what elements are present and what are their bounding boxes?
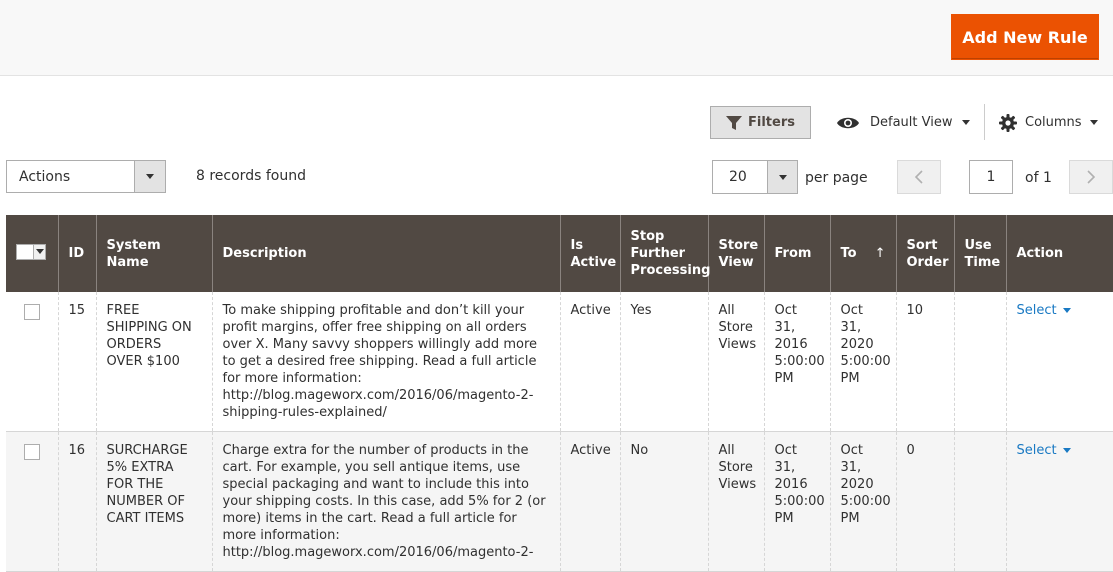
filters-label: Filters	[748, 115, 795, 130]
column-header-id[interactable]: ID	[57, 215, 96, 292]
view-label: Default View	[870, 115, 953, 130]
page-number-input[interactable]: 1	[969, 160, 1013, 194]
chevron-down-icon	[1089, 120, 1098, 125]
column-header-sort-order[interactable]: Sort Order	[895, 215, 954, 292]
previous-page-button[interactable]	[897, 160, 941, 194]
column-header-system-name[interactable]: System Name	[95, 215, 212, 292]
cell-system-name: SURCHARGE 5% EXTRA FOR THE NUMBER OF CAR…	[95, 431, 212, 572]
column-header-store-view[interactable]: Store View	[707, 215, 764, 292]
per-page-toggle[interactable]	[767, 161, 797, 193]
toolbar-divider	[984, 104, 985, 140]
add-new-rule-button[interactable]: Add New Rule	[951, 14, 1099, 60]
cell-to: Oct 31, 2020 5:00:00 PM	[829, 431, 896, 572]
column-header-is-active[interactable]: Is Active	[559, 215, 620, 292]
cell-is-active: Active	[559, 292, 620, 432]
row-action-label: Select	[1016, 303, 1057, 318]
cell-description: Charge extra for the number of products …	[211, 431, 560, 572]
eye-icon	[837, 117, 859, 128]
column-header-to-label: To	[840, 246, 857, 261]
cell-id: 16	[57, 431, 96, 572]
column-header-from[interactable]: From	[763, 215, 830, 292]
column-header-description[interactable]: Description	[211, 215, 560, 292]
column-header-stop-processing[interactable]: Stop Further Processing	[619, 215, 710, 292]
column-header-use-time[interactable]: Use Time	[953, 215, 1006, 292]
page-total: of 1	[1025, 170, 1052, 186]
view-switcher[interactable]: Default View	[836, 106, 971, 139]
actions-toggle[interactable]	[134, 161, 165, 192]
per-page-select[interactable]: 20	[712, 160, 798, 194]
chevron-right-icon	[1087, 170, 1096, 184]
column-header-action: Action	[1005, 215, 1113, 292]
table-row[interactable]: 15 FREE SHIPPING ON ORDERS OVER $100 To …	[6, 292, 1113, 432]
row-action-select[interactable]: Select	[1017, 302, 1071, 319]
cell-sort-order: 0	[895, 431, 954, 572]
chevron-left-icon	[914, 170, 923, 184]
shipping-rules-table: ID System Name Description Is Active Sto…	[6, 215, 1113, 572]
cell-store-view: All Store Views	[707, 431, 764, 572]
cell-from: Oct 31, 2016 5:00:00 PM	[763, 292, 830, 432]
cell-use-time	[953, 431, 1006, 572]
cell-description: To make shipping profitable and don’t ki…	[211, 292, 560, 432]
cell-stop-processing: Yes	[619, 292, 708, 432]
row-checkbox[interactable]	[24, 304, 40, 320]
page-header: Add New Rule	[0, 0, 1113, 76]
actions-label: Actions	[19, 168, 71, 185]
cell-id: 15	[57, 292, 96, 432]
chevron-down-icon	[778, 174, 787, 180]
chevron-down-icon	[35, 249, 44, 254]
per-page-value: 20	[729, 169, 747, 185]
mass-select-checkbox[interactable]	[16, 243, 46, 260]
cell-stop-processing: No	[619, 431, 708, 572]
row-action-label: Select	[1016, 443, 1057, 458]
cell-from: Oct 31, 2016 5:00:00 PM	[763, 431, 830, 572]
records-count: 8 records found	[196, 168, 306, 184]
cell-is-active: Active	[559, 431, 620, 572]
actions-dropdown[interactable]: Actions	[6, 160, 166, 193]
per-page-label: per page	[805, 170, 868, 186]
chevron-down-icon	[1062, 448, 1071, 453]
cell-to: Oct 31, 2020 5:00:00 PM	[829, 292, 896, 432]
table-header-row: ID System Name Description Is Active Sto…	[6, 215, 1113, 292]
chevron-down-icon	[1062, 308, 1071, 313]
row-select-cell[interactable]	[6, 292, 58, 432]
chevron-down-icon	[962, 120, 971, 125]
chevron-down-icon	[146, 174, 154, 179]
columns-switcher[interactable]: Columns	[999, 106, 1098, 139]
table-row[interactable]: 16 SURCHARGE 5% EXTRA FOR THE NUMBER OF …	[6, 431, 1113, 572]
cell-action: Select	[1005, 292, 1113, 432]
filters-button[interactable]: Filters	[710, 106, 811, 139]
cell-sort-order: 10	[895, 292, 954, 432]
cell-action: Select	[1005, 431, 1113, 572]
cell-system-name: FREE SHIPPING ON ORDERS OVER $100	[95, 292, 212, 432]
column-header-to[interactable]: To ↑	[829, 215, 896, 292]
cell-use-time	[953, 292, 1006, 432]
next-page-button[interactable]	[1069, 160, 1113, 194]
gear-icon	[999, 113, 1017, 132]
sort-arrow-up-icon: ↑	[874, 246, 886, 261]
row-checkbox[interactable]	[24, 444, 40, 460]
columns-label: Columns	[1025, 115, 1082, 130]
filter-icon	[726, 115, 742, 130]
row-select-cell[interactable]	[6, 431, 58, 572]
cell-store-view: All Store Views	[707, 292, 764, 432]
row-action-select[interactable]: Select	[1017, 442, 1071, 459]
select-all-header[interactable]	[6, 215, 58, 292]
